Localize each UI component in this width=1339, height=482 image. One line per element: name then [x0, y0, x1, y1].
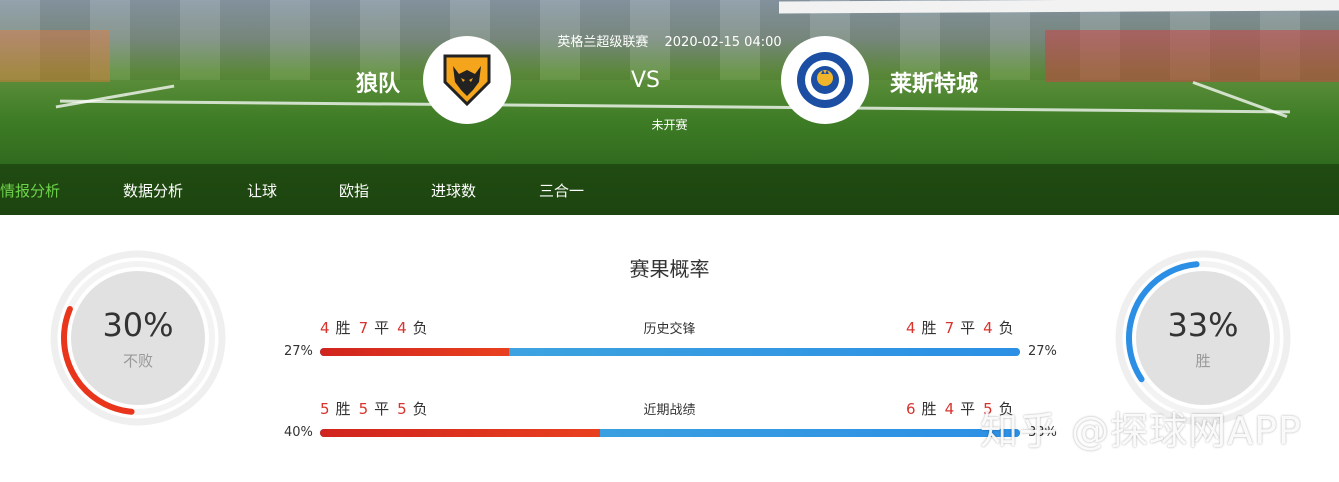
pitch-line [55, 84, 175, 109]
win-char: 胜 [921, 400, 937, 418]
draw-char: 平 [960, 400, 976, 418]
tab-handicap[interactable]: 让球 [247, 180, 277, 201]
home-bar [320, 348, 509, 356]
away-wins: 6 [906, 400, 916, 418]
match-info: 英格兰超级联赛 2020-02-15 04:00 [0, 31, 1339, 50]
tab-data-analysis[interactable]: 数据分析 [123, 180, 183, 201]
draw-char: 平 [960, 319, 976, 337]
away-losses: 4 [983, 319, 993, 337]
versus-label: VS [631, 68, 661, 93]
match-status: 未开赛 [651, 118, 688, 132]
away-probability-label: 胜 [1195, 351, 1211, 370]
loss-char: 负 [998, 319, 1014, 337]
wolves-crest-icon [443, 54, 491, 107]
leicester-crest-icon [797, 52, 853, 108]
home-probability-label: 不败 [122, 351, 153, 370]
away-wins: 4 [906, 319, 916, 337]
ring-center: 33% 胜 [1136, 271, 1270, 405]
stat-label: 历史交锋 [643, 322, 696, 337]
home-team-name[interactable]: 狼队 [356, 66, 400, 98]
tab-three-in-one[interactable]: 三合一 [539, 180, 584, 201]
match-header: 英格兰超级联赛 2020-02-15 04:00 狼队 VS 未开赛 莱斯特城 … [0, 0, 1339, 215]
tab-intel-analysis[interactable]: 情报分析 [0, 180, 60, 201]
away-record: 4胜7平4负 [906, 317, 1014, 338]
away-draws: 7 [944, 319, 955, 337]
home-bar [320, 429, 600, 437]
match-datetime: 2020-02-15 04:00 [664, 35, 782, 50]
win-char: 胜 [921, 319, 937, 337]
away-team-name[interactable]: 莱斯特城 [890, 66, 978, 98]
league-name: 英格兰超级联赛 [557, 35, 649, 50]
watermark: 知乎 @探球网APP [980, 409, 1302, 453]
pitch-line [60, 99, 1290, 114]
away-draws: 4 [944, 400, 955, 418]
home-pct: 40% [284, 425, 313, 440]
home-pct: 27% [284, 344, 313, 359]
ring-center: 30% 不败 [71, 271, 205, 405]
comparison-bar [320, 348, 1020, 356]
nav-tabs: 情报分析 数据分析 让球 欧指 进球数 三合一 [0, 164, 1339, 215]
home-team-badge[interactable] [423, 36, 511, 124]
tab-goals[interactable]: 进球数 [431, 180, 476, 201]
comparison-bar [320, 429, 1020, 437]
away-team-badge[interactable] [781, 36, 869, 124]
tab-european-odds[interactable]: 欧指 [339, 180, 369, 201]
away-pct: 27% [1028, 344, 1057, 359]
